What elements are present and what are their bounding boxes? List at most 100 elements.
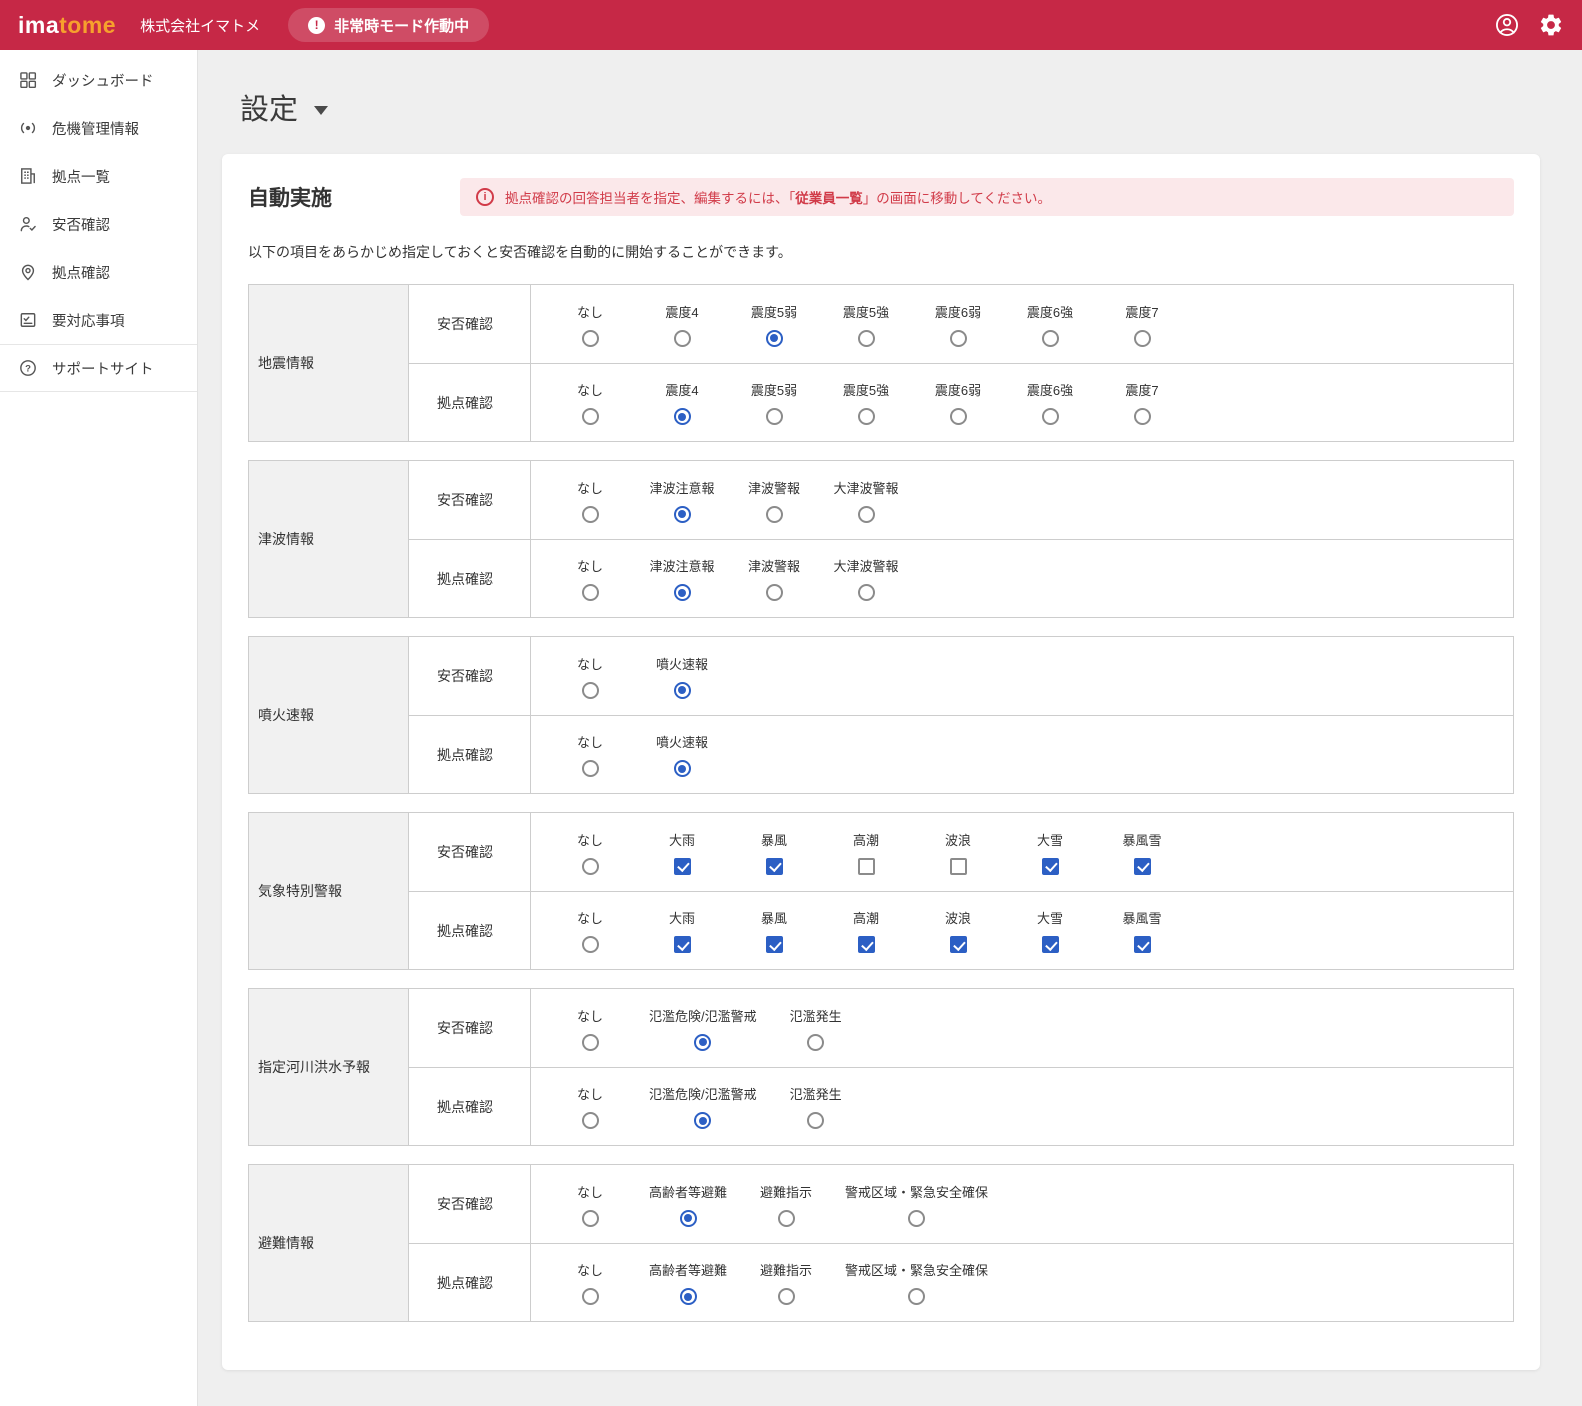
- radio-control[interactable]: [766, 506, 783, 523]
- radio-control[interactable]: [858, 506, 875, 523]
- radio-control[interactable]: [766, 584, 783, 601]
- radio-control[interactable]: [582, 408, 599, 425]
- checkbox-control[interactable]: [1134, 936, 1151, 953]
- radio-control[interactable]: [582, 1288, 599, 1305]
- radio-option[interactable]: 大津波警報: [833, 478, 899, 523]
- radio-option[interactable]: 震度6弱: [925, 302, 991, 347]
- radio-option[interactable]: 震度4: [649, 380, 715, 425]
- radio-option[interactable]: 震度5弱: [741, 380, 807, 425]
- radio-option[interactable]: 震度6強: [1017, 302, 1083, 347]
- radio-option[interactable]: 氾濫危険/氾濫警戒: [649, 1084, 757, 1129]
- radio-control[interactable]: [1042, 408, 1059, 425]
- radio-option[interactable]: 震度6強: [1017, 380, 1083, 425]
- sidebar-item-support-site[interactable]: ? サポートサイト: [0, 344, 197, 392]
- radio-option[interactable]: 津波警報: [741, 556, 807, 601]
- chevron-down-icon[interactable]: [314, 106, 328, 115]
- radio-control[interactable]: [807, 1034, 824, 1051]
- checkbox-option[interactable]: 大雨: [649, 908, 715, 953]
- radio-control[interactable]: [950, 330, 967, 347]
- radio-option[interactable]: なし: [557, 1260, 623, 1305]
- radio-option[interactable]: 震度6弱: [925, 380, 991, 425]
- radio-control[interactable]: [582, 1034, 599, 1051]
- radio-option[interactable]: なし: [557, 1084, 623, 1129]
- checkbox-control[interactable]: [674, 858, 691, 875]
- radio-control[interactable]: [908, 1288, 925, 1305]
- radio-option[interactable]: 氾濫危険/氾濫警戒: [649, 1006, 757, 1051]
- radio-option[interactable]: なし: [557, 830, 623, 875]
- radio-control[interactable]: [807, 1112, 824, 1129]
- checkbox-option[interactable]: 大雨: [649, 830, 715, 875]
- checkbox-option[interactable]: 高潮: [833, 830, 899, 875]
- checkbox-option[interactable]: 波浪: [925, 908, 991, 953]
- radio-control[interactable]: [1134, 330, 1151, 347]
- radio-option[interactable]: なし: [557, 478, 623, 523]
- radio-control[interactable]: [766, 408, 783, 425]
- checkbox-control[interactable]: [674, 936, 691, 953]
- sidebar-item-crisis-info[interactable]: 危機管理情報: [0, 104, 197, 152]
- checkbox-option[interactable]: 大雪: [1017, 908, 1083, 953]
- radio-option[interactable]: なし: [557, 654, 623, 699]
- radio-control[interactable]: [680, 1210, 697, 1227]
- radio-option[interactable]: 震度4: [649, 302, 715, 347]
- radio-option[interactable]: 津波注意報: [649, 478, 715, 523]
- radio-option[interactable]: 警戒区域・緊急安全確保: [845, 1260, 988, 1305]
- checkbox-option[interactable]: 暴風雪: [1109, 830, 1175, 875]
- checkbox-option[interactable]: 高潮: [833, 908, 899, 953]
- radio-option[interactable]: 氾濫発生: [783, 1084, 849, 1129]
- checkbox-control[interactable]: [950, 858, 967, 875]
- checkbox-control[interactable]: [858, 936, 875, 953]
- radio-control[interactable]: [674, 330, 691, 347]
- radio-control[interactable]: [778, 1288, 795, 1305]
- radio-control[interactable]: [858, 408, 875, 425]
- radio-control[interactable]: [582, 936, 599, 953]
- radio-control[interactable]: [680, 1288, 697, 1305]
- radio-option[interactable]: なし: [557, 302, 623, 347]
- radio-option[interactable]: 津波注意報: [649, 556, 715, 601]
- radio-control[interactable]: [908, 1210, 925, 1227]
- radio-control[interactable]: [858, 330, 875, 347]
- checkbox-control[interactable]: [858, 858, 875, 875]
- radio-option[interactable]: なし: [557, 380, 623, 425]
- radio-option[interactable]: 震度7: [1109, 380, 1175, 425]
- checkbox-option[interactable]: 波浪: [925, 830, 991, 875]
- radio-option[interactable]: 震度5強: [833, 380, 899, 425]
- checkbox-option[interactable]: 暴風: [741, 908, 807, 953]
- emergency-mode-badge[interactable]: ! 非常時モード作動中: [288, 8, 489, 42]
- radio-option[interactable]: なし: [557, 1182, 623, 1227]
- radio-option[interactable]: なし: [557, 908, 623, 953]
- radio-control[interactable]: [858, 584, 875, 601]
- radio-option[interactable]: 氾濫発生: [783, 1006, 849, 1051]
- radio-control[interactable]: [1134, 408, 1151, 425]
- radio-option[interactable]: 震度5強: [833, 302, 899, 347]
- radio-control[interactable]: [694, 1034, 711, 1051]
- radio-option[interactable]: 震度7: [1109, 302, 1175, 347]
- radio-control[interactable]: [674, 584, 691, 601]
- sidebar-item-safety-check[interactable]: 安否確認: [0, 200, 197, 248]
- checkbox-control[interactable]: [766, 858, 783, 875]
- radio-option[interactable]: 高齢者等避難: [649, 1260, 727, 1305]
- account-icon[interactable]: [1494, 12, 1520, 38]
- checkbox-option[interactable]: 暴風: [741, 830, 807, 875]
- radio-option[interactable]: なし: [557, 556, 623, 601]
- gear-icon[interactable]: [1538, 12, 1564, 38]
- radio-control[interactable]: [674, 506, 691, 523]
- radio-control[interactable]: [766, 330, 783, 347]
- radio-control[interactable]: [582, 858, 599, 875]
- checkbox-option[interactable]: 暴風雪: [1109, 908, 1175, 953]
- radio-control[interactable]: [674, 760, 691, 777]
- radio-control[interactable]: [674, 682, 691, 699]
- radio-option[interactable]: 高齢者等避難: [649, 1182, 727, 1227]
- imatome-logo[interactable]: imatome: [18, 12, 116, 39]
- radio-control[interactable]: [582, 1210, 599, 1227]
- radio-option[interactable]: 震度5弱: [741, 302, 807, 347]
- radio-control[interactable]: [582, 330, 599, 347]
- checkbox-control[interactable]: [766, 936, 783, 953]
- radio-option[interactable]: 避難指示: [753, 1260, 819, 1305]
- checkbox-control[interactable]: [950, 936, 967, 953]
- sidebar-item-action-items[interactable]: 要対応事項: [0, 296, 197, 344]
- radio-control[interactable]: [582, 1112, 599, 1129]
- radio-option[interactable]: 避難指示: [753, 1182, 819, 1227]
- radio-option[interactable]: 噴火速報: [649, 732, 715, 777]
- radio-option[interactable]: なし: [557, 732, 623, 777]
- radio-option[interactable]: 噴火速報: [649, 654, 715, 699]
